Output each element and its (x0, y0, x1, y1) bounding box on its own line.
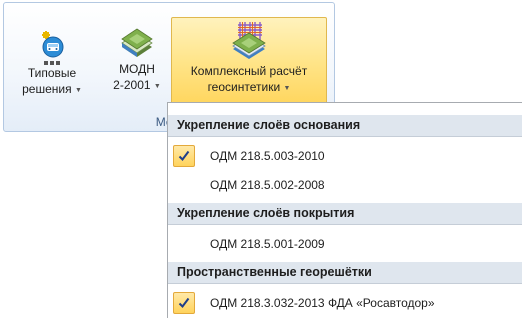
menu-item-label: ОДМ 218.5.003-2010 (210, 149, 325, 163)
check-icon (173, 145, 195, 167)
typical-solutions-button[interactable]: Типовые решения ▼ (20, 15, 84, 99)
complex-label-line1: Комплексный расчёт (190, 64, 308, 78)
menu-header-coating-layers: Укрепление слоёв покрытия (168, 203, 522, 225)
complex-label-line2: геосинтетики ▼ (172, 79, 326, 97)
menu-item-label: ОДМ 218.5.002-2008 (210, 178, 325, 192)
chevron-down-icon: ▼ (74, 87, 82, 94)
chevron-down-icon: ▼ (283, 85, 291, 92)
menu-item-label: ОДМ 218.3.032-2013 ФДА «Росавтодор» (210, 296, 435, 310)
grid-book-icon (232, 22, 266, 59)
geosynthetics-dropdown-menu: Укрепление слоёв основания ОДМ 218.5.003… (167, 102, 522, 318)
typical-solutions-label-line2: решения ▼ (20, 81, 84, 99)
modn-2001-button[interactable]: МОДН 2-2001 ▼ (112, 15, 162, 95)
menu-item-odm-218-5-003-2010[interactable]: ОДМ 218.5.003-2010 (168, 142, 522, 170)
book-icon (121, 28, 153, 57)
check-icon (173, 292, 195, 314)
typical-solutions-label-line1: Типовые (27, 66, 77, 80)
menu-item-odm-218-3-032-2013[interactable]: ОДМ 218.3.032-2013 ФДА «Росавтодор» (168, 289, 522, 317)
complex-label-text: геосинтетики (207, 80, 281, 94)
menu-item-odm-218-5-002-2008[interactable]: ОДМ 218.5.002-2008 (168, 171, 522, 199)
modn-label-line1: МОДН (119, 62, 155, 76)
menu-header-base-layers: Укрепление слоёв основания (168, 115, 522, 137)
menu-header-spatial-geogrids: Пространственные георешётки (168, 262, 522, 284)
modn-label-line2: 2-2001 ▼ (112, 77, 162, 95)
menu-item-label: ОДМ 218.5.001-2009 (210, 237, 325, 251)
typical-solutions-label-text: решения (22, 82, 72, 96)
chevron-down-icon: ▼ (153, 83, 161, 90)
complex-geosynthetics-calculation-button[interactable]: Комплексный расчёт геосинтетики ▼ (171, 17, 327, 105)
typical-solutions-icon (42, 31, 64, 65)
menu-item-odm-218-5-001-2009[interactable]: ОДМ 218.5.001-2009 (168, 230, 522, 258)
modn-label-text: 2-2001 (113, 78, 151, 92)
